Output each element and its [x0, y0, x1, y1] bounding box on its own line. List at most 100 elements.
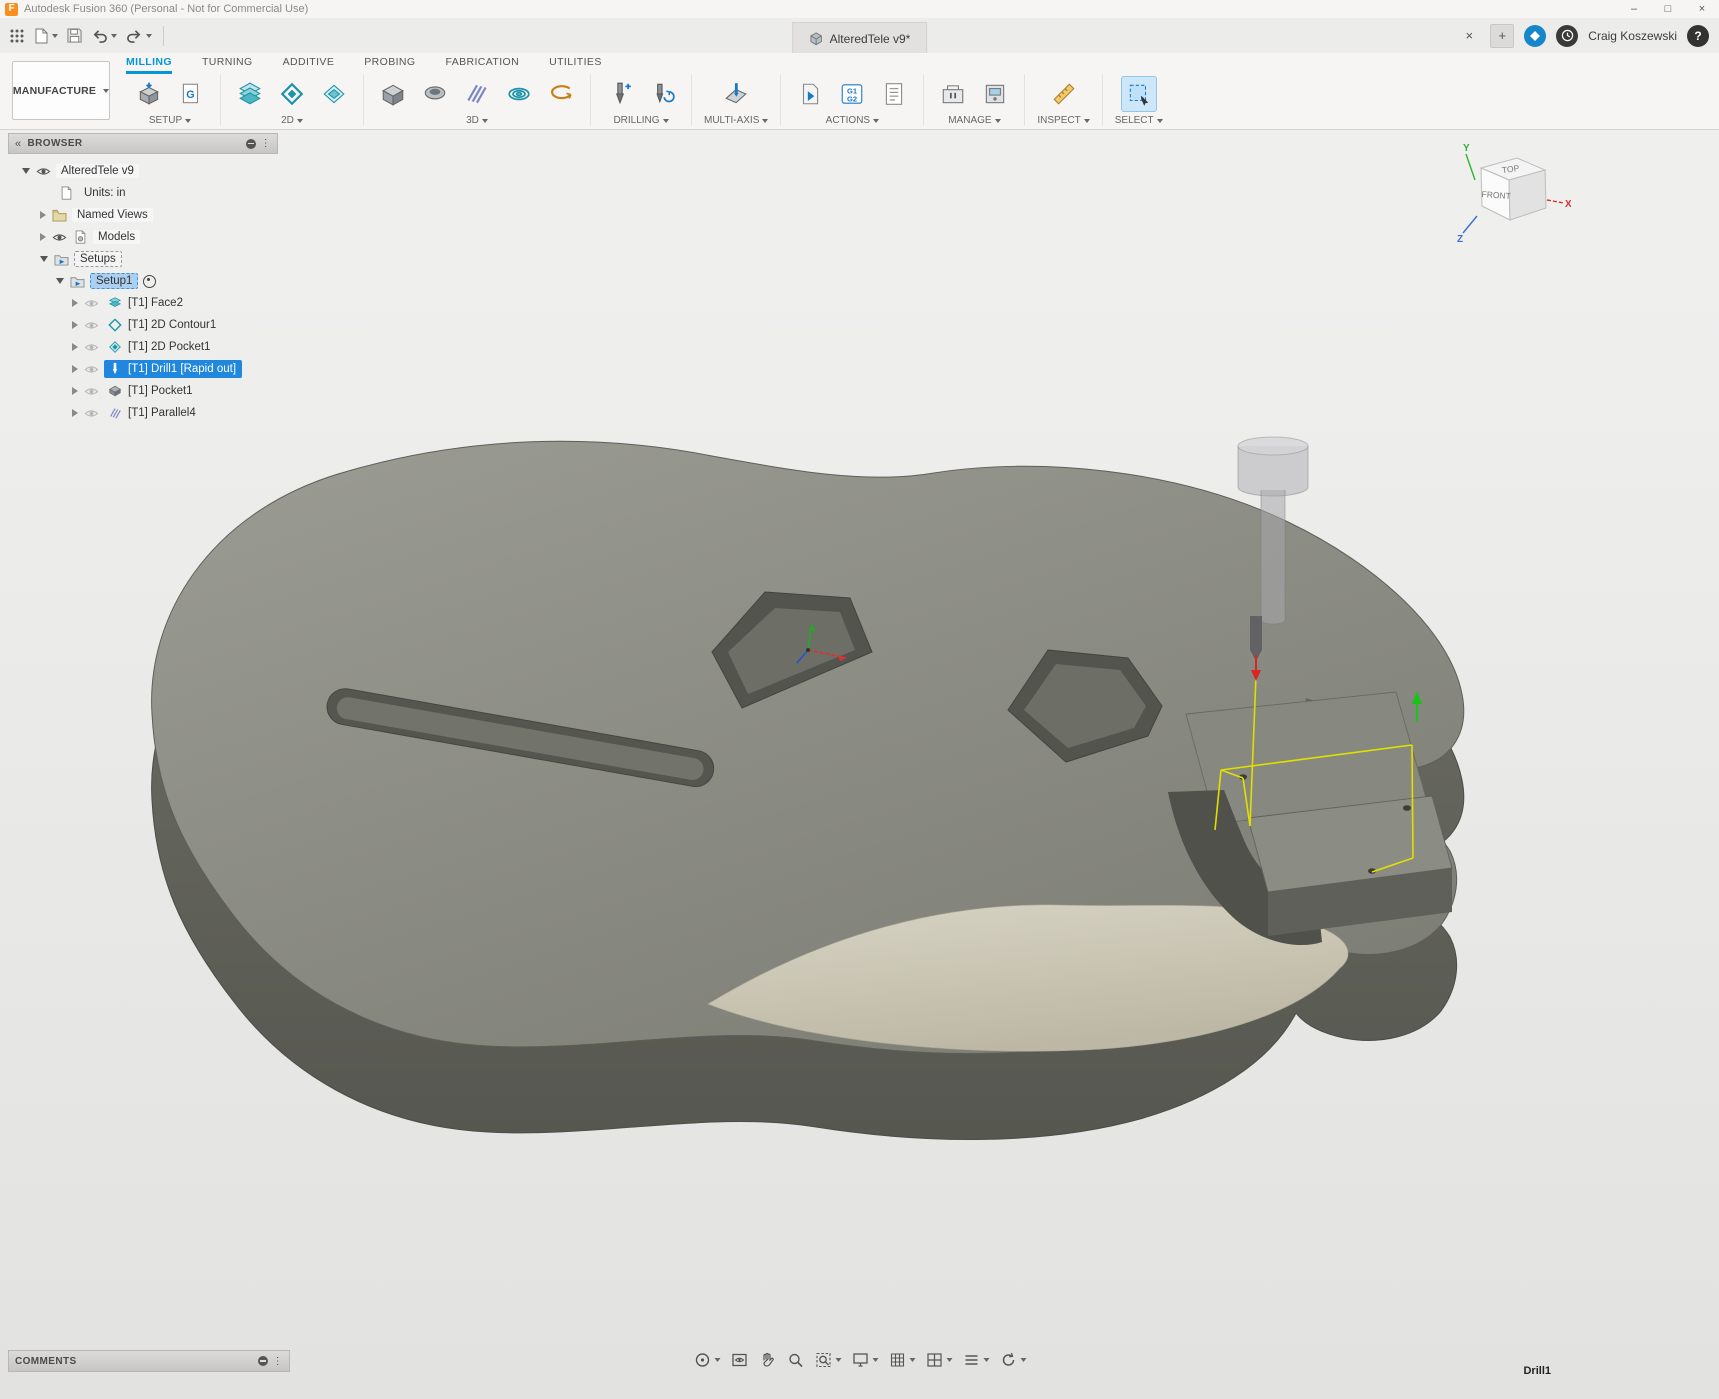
tree-item-label[interactable]: Setups: [74, 251, 122, 267]
group-label-drilling[interactable]: DRILLING: [613, 115, 659, 126]
simulate-button[interactable]: [793, 77, 827, 111]
tree-item-2d-pocket1[interactable]: [T1] 2D Pocket1: [8, 336, 278, 358]
viewports-button[interactable]: [921, 1348, 956, 1372]
help-button[interactable]: ?: [1687, 24, 1709, 47]
swarf-button[interactable]: [719, 77, 753, 111]
visibility-eye-icon[interactable]: [51, 229, 67, 245]
tree-item-label[interactable]: [T1] Drill1 [Rapid out]: [128, 363, 236, 375]
tab-probing[interactable]: PROBING: [364, 56, 415, 74]
user-profile-button[interactable]: Craig Koszewski: [1588, 29, 1677, 43]
browser-header[interactable]: « BROWSER ⋮: [8, 133, 278, 154]
tree-item-pocket1[interactable]: [T1] Pocket1: [8, 380, 278, 402]
expand-arrow-icon[interactable]: [40, 256, 48, 262]
grid-snaps-button[interactable]: [884, 1348, 919, 1372]
fit-button[interactable]: [810, 1348, 845, 1372]
undo-button[interactable]: [87, 23, 121, 49]
expand-arrow-icon[interactable]: [72, 409, 78, 417]
group-label-multi-axis[interactable]: MULTI-AXIS: [704, 115, 759, 126]
document-tab[interactable]: AlteredTele v9*: [791, 22, 928, 54]
group-label-inspect[interactable]: INSPECT: [1037, 115, 1080, 126]
tree-item-label[interactable]: Units: in: [79, 186, 131, 200]
window-selection-button[interactable]: [1120, 76, 1157, 112]
tab-turning[interactable]: TURNING: [202, 56, 253, 74]
expand-arrow-icon[interactable]: [40, 233, 46, 241]
app-grid-button[interactable]: [5, 23, 29, 49]
spiral-button[interactable]: [544, 77, 578, 111]
visibility-eye-icon[interactable]: [35, 163, 51, 179]
job-status-button[interactable]: [1556, 24, 1579, 47]
comments-hide-icon[interactable]: [257, 1356, 268, 1366]
expand-arrow-icon[interactable]: [56, 278, 64, 284]
machine-library-button[interactable]: [978, 77, 1012, 111]
save-button[interactable]: [63, 23, 86, 49]
pan-button[interactable]: [754, 1348, 780, 1372]
browser-hide-icon[interactable]: [245, 138, 256, 149]
close-window-button[interactable]: ×: [1685, 0, 1719, 18]
3d-pocket-button[interactable]: [418, 77, 452, 111]
visibility-eye-off-icon[interactable]: [83, 361, 99, 377]
group-label-actions[interactable]: ACTIONS: [826, 115, 870, 126]
viewcube-cube[interactable]: TOP FRONT: [1479, 157, 1547, 221]
visibility-eye-off-icon[interactable]: [83, 405, 99, 421]
redo-button[interactable]: [122, 23, 156, 49]
measure-button[interactable]: [1047, 77, 1081, 111]
look-at-button[interactable]: [726, 1348, 752, 1372]
tree-item-label[interactable]: [T1] Face2: [128, 297, 183, 309]
parallel-button[interactable]: [460, 77, 494, 111]
tree-item-document[interactable]: AlteredTele v9: [8, 160, 278, 182]
file-menu-button[interactable]: [30, 23, 62, 49]
tree-item-units[interactable]: Units: in: [8, 182, 278, 204]
tool-library-button[interactable]: [936, 77, 970, 111]
expand-arrow-icon[interactable]: [40, 211, 46, 219]
visibility-eye-off-icon[interactable]: [83, 339, 99, 355]
expand-arrow-icon[interactable]: [72, 299, 78, 307]
group-label-select[interactable]: SELECT: [1115, 115, 1154, 126]
new-setup-button[interactable]: [132, 77, 166, 111]
maximize-button[interactable]: □: [1651, 0, 1685, 18]
display-settings-button[interactable]: [847, 1348, 882, 1372]
comments-overflow-icon[interactable]: ⋮: [273, 1356, 283, 1367]
group-label-setup[interactable]: SETUP: [149, 115, 182, 126]
tree-item-setups[interactable]: Setups: [8, 248, 278, 270]
tree-item-label[interactable]: [T1] Pocket1: [128, 385, 193, 397]
tree-item-label[interactable]: Models: [93, 230, 141, 244]
close-document-tab-button[interactable]: ×: [1458, 25, 1480, 47]
tree-item-face2[interactable]: [T1] Face2: [8, 292, 278, 314]
tree-item-models[interactable]: Models: [8, 226, 278, 248]
orbit-button[interactable]: [689, 1348, 724, 1372]
tree-item-drill1[interactable]: [T1] Drill1 [Rapid out]: [8, 358, 278, 380]
expand-arrow-icon[interactable]: [72, 365, 78, 373]
bore-button[interactable]: [645, 77, 679, 111]
nc-program-button[interactable]: G: [174, 77, 208, 111]
tree-item-label[interactable]: Named Views: [72, 208, 153, 222]
visibility-eye-off-icon[interactable]: [83, 383, 99, 399]
2d-pocket-button[interactable]: [317, 77, 351, 111]
extensions-button[interactable]: [1524, 24, 1547, 47]
tree-item-label[interactable]: Setup1: [90, 273, 139, 289]
workspace-switcher-button[interactable]: MANUFACTURE: [12, 61, 110, 120]
expand-arrow-icon[interactable]: [72, 321, 78, 329]
zoom-button[interactable]: [782, 1348, 808, 1372]
expand-arrow-icon[interactable]: [72, 343, 78, 351]
browser-overflow-icon[interactable]: ⋮: [261, 138, 271, 149]
visibility-eye-off-icon[interactable]: [83, 317, 99, 333]
group-label-manage[interactable]: MANAGE: [948, 115, 991, 126]
selected-operation[interactable]: [T1] Drill1 [Rapid out]: [104, 360, 243, 378]
tree-item-named-views[interactable]: Named Views: [8, 204, 278, 226]
comments-panel-header[interactable]: COMMENTS ⋮: [8, 1350, 290, 1372]
new-document-tab-button[interactable]: +: [1490, 23, 1515, 48]
visibility-eye-off-icon[interactable]: [83, 295, 99, 311]
adaptive-clearing-button[interactable]: [376, 77, 410, 111]
drill-button[interactable]: [603, 77, 637, 111]
tree-item-label[interactable]: [T1] 2D Pocket1: [128, 341, 210, 353]
tree-item-2d-contour1[interactable]: [T1] 2D Contour1: [8, 314, 278, 336]
browser-collapse-icon[interactable]: «: [15, 138, 22, 150]
tab-additive[interactable]: ADDITIVE: [283, 56, 335, 74]
tree-item-label[interactable]: [T1] Parallel4: [128, 407, 196, 419]
tree-item-label[interactable]: [T1] 2D Contour1: [128, 319, 216, 331]
group-label-3d[interactable]: 3D: [466, 115, 479, 126]
face-button[interactable]: [233, 77, 267, 111]
tree-item-label[interactable]: AlteredTele v9: [56, 164, 139, 178]
minimize-button[interactable]: –: [1617, 0, 1651, 18]
expand-arrow-icon[interactable]: [22, 168, 30, 174]
